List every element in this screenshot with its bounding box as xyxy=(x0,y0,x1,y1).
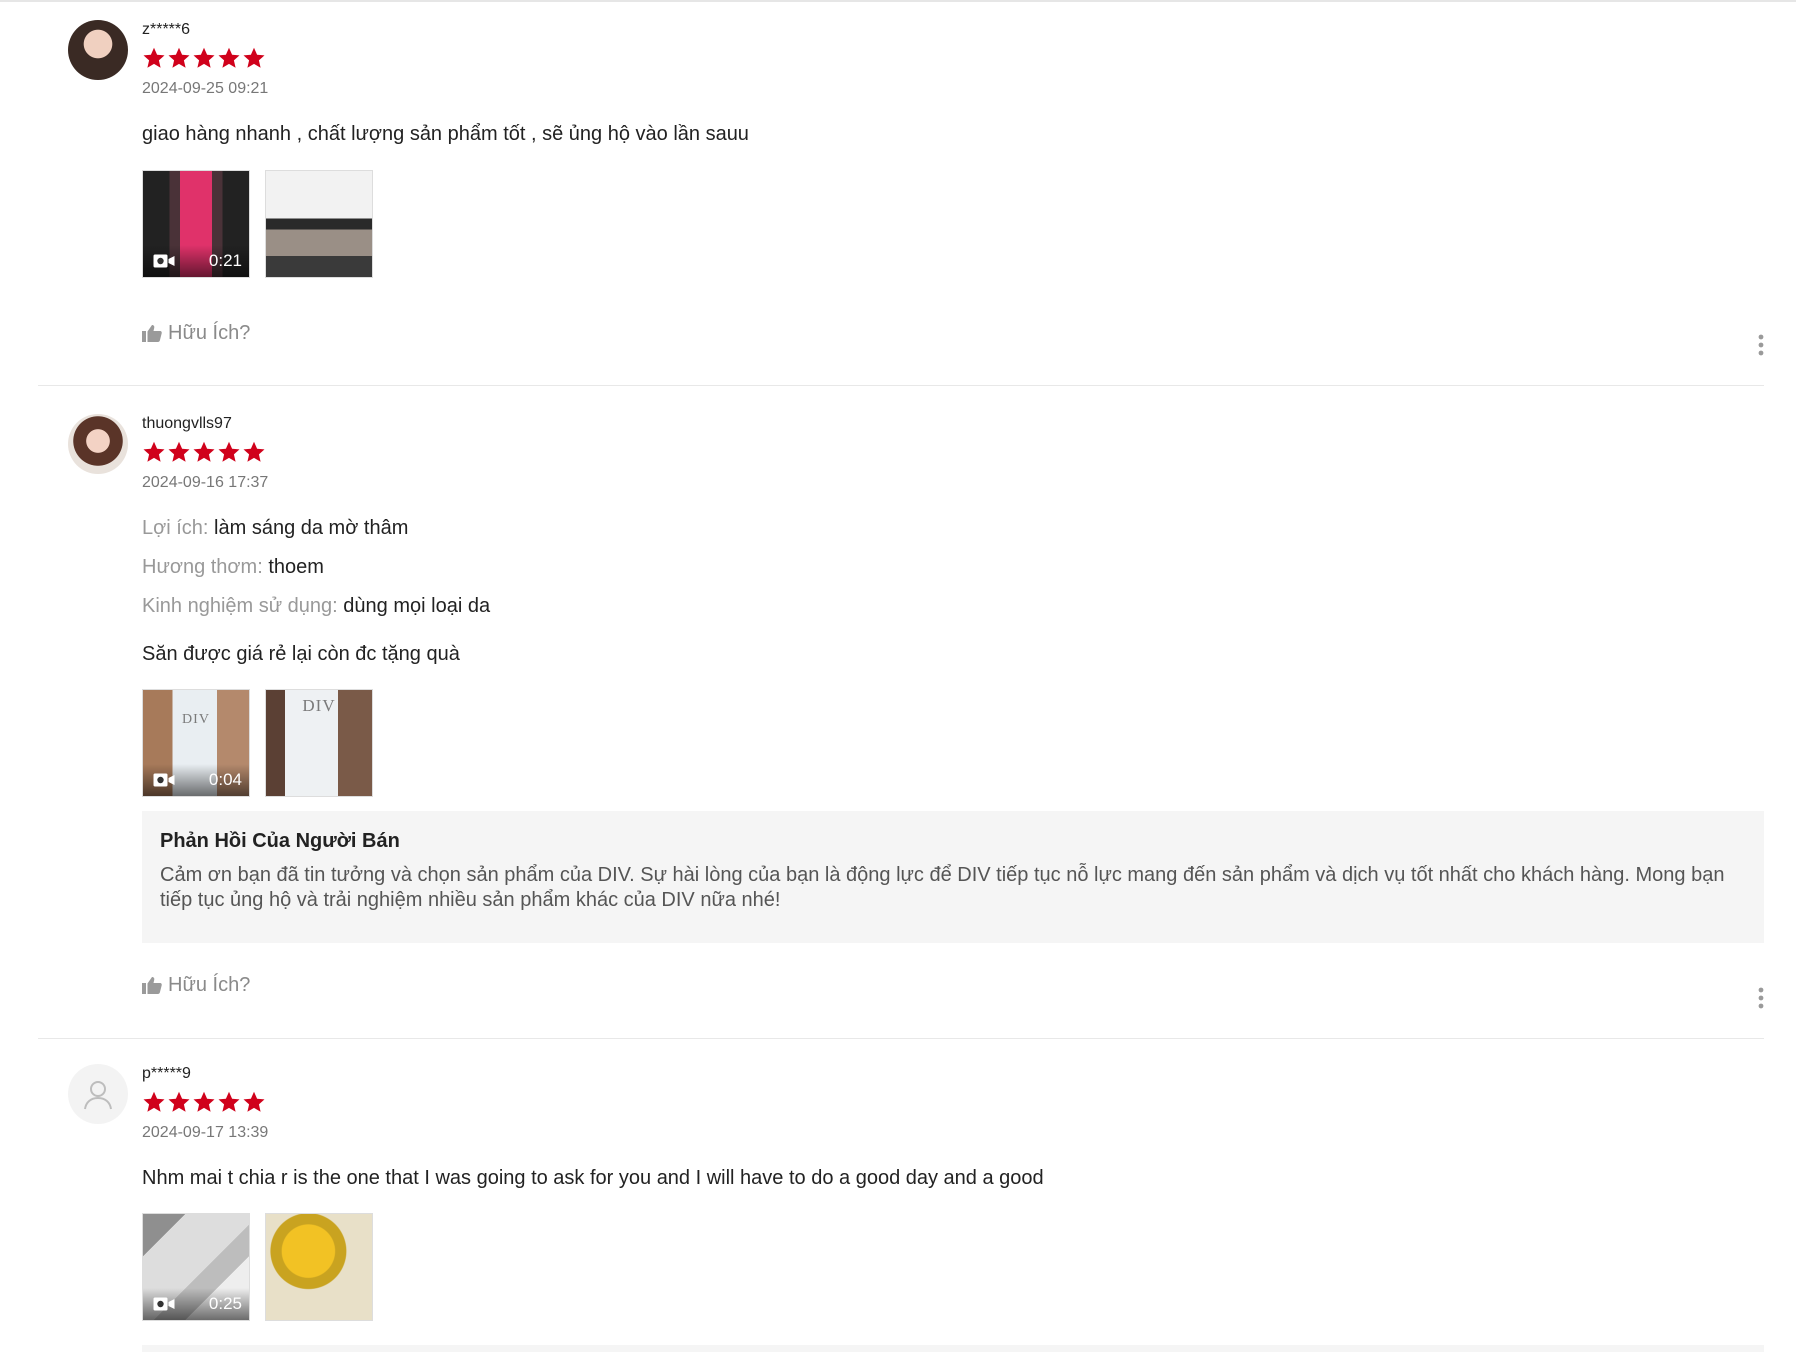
star-icon xyxy=(192,440,216,464)
star-icon xyxy=(217,440,241,464)
video-duration: 0:04 xyxy=(208,770,242,789)
star-icon xyxy=(142,440,166,464)
media-gallery: DIV 0:04 DIV xyxy=(142,689,1764,797)
more-vertical-icon[interactable] xyxy=(1758,987,1764,1009)
helpful-label: Hữu Ích? xyxy=(168,322,251,344)
video-camera-icon xyxy=(153,1297,175,1311)
star-icon xyxy=(242,440,266,464)
rating-stars xyxy=(142,1090,1764,1114)
avatar[interactable] xyxy=(68,1064,128,1124)
star-icon xyxy=(217,46,241,70)
review-divider xyxy=(38,1038,1764,1039)
video-overlay: 0:21 xyxy=(143,245,249,277)
review-content: p*****9 2024-09-17 13:39 Nhm mai t chia … xyxy=(142,1064,1764,1321)
video-duration: 0:21 xyxy=(208,251,242,270)
attribute-row: Hương thơm: thoem xyxy=(142,554,1764,593)
review-content: z*****6 2024-09-25 09:21 giao hàng nhanh… xyxy=(142,20,1764,346)
star-icon xyxy=(217,1090,241,1114)
star-icon xyxy=(167,1090,191,1114)
username: z*****6 xyxy=(142,21,191,38)
star-icon xyxy=(242,46,266,70)
image-thumbnail[interactable]: DIV xyxy=(265,689,373,797)
more-vertical-icon[interactable] xyxy=(1758,334,1764,356)
image-thumbnail[interactable] xyxy=(265,1213,373,1321)
video-camera-icon xyxy=(153,254,175,268)
review-item: p*****9 2024-09-17 13:39 Nhm mai t chia … xyxy=(38,1064,1764,1352)
attribute-row: Lợi ích: làm sáng da mờ thâm xyxy=(142,515,1764,554)
review-divider xyxy=(38,385,1764,386)
attribute-value: làm sáng da mờ thâm xyxy=(214,517,409,539)
media-gallery: 0:25 xyxy=(142,1213,1764,1321)
rating-stars xyxy=(142,46,1764,70)
star-icon xyxy=(167,46,191,70)
username: thuongvlls97 xyxy=(142,415,232,432)
attribute-label: Kinh nghiệm sử dụng: xyxy=(142,595,338,617)
rating-stars xyxy=(142,440,1764,464)
attribute-value: thoem xyxy=(268,556,324,578)
product-attributes: Lợi ích: làm sáng da mờ thâm Hương thơm:… xyxy=(142,515,1764,632)
image-thumbnail[interactable] xyxy=(265,170,373,278)
review-comment: Săn được giá rẻ lại còn đc tặng quà xyxy=(142,643,460,665)
video-thumbnail[interactable]: 0:25 xyxy=(142,1213,250,1321)
product-brand-text: DIV xyxy=(302,696,336,715)
star-icon xyxy=(242,1090,266,1114)
seller-reply: Phản Hồi Của Người Bán Cảm ơn bạn đã tin… xyxy=(142,811,1764,943)
attribute-label: Lợi ích: xyxy=(142,517,209,539)
review-datetime: 2024-09-25 09:21 xyxy=(142,80,269,97)
thumbs-up-icon xyxy=(142,324,162,342)
video-overlay: 0:04 xyxy=(143,764,249,796)
product-brand-text: DIV xyxy=(182,712,210,727)
review-item: thuongvlls97 2024-09-16 17:37 Lợi ích: l… xyxy=(38,414,1764,1038)
star-icon xyxy=(142,46,166,70)
attribute-value: dùng mọi loại da xyxy=(343,595,491,617)
thumbs-up-icon xyxy=(142,976,162,994)
seller-reply-title: Phản Hồi Của Người Bán xyxy=(160,830,400,852)
star-icon xyxy=(192,46,216,70)
next-content-panel xyxy=(142,1345,1764,1352)
video-camera-icon xyxy=(153,773,175,787)
star-icon xyxy=(192,1090,216,1114)
review-comment: Nhm mai t chia r is the one that I was g… xyxy=(142,1167,1044,1189)
video-overlay: 0:25 xyxy=(143,1288,249,1320)
review-comment: giao hàng nhanh , chất lượng sản phẩm tố… xyxy=(142,123,749,145)
video-thumbnail[interactable]: 0:21 xyxy=(142,170,250,278)
video-duration: 0:25 xyxy=(208,1294,242,1313)
seller-reply-text: Cảm ơn bạn đã tin tưởng và chọn sản phẩm… xyxy=(160,864,1725,911)
avatar[interactable] xyxy=(68,414,128,474)
user-placeholder-icon xyxy=(84,1081,112,1110)
star-icon xyxy=(142,1090,166,1114)
attribute-row: Kinh nghiệm sử dụng: dùng mọi loại da xyxy=(142,593,1764,632)
review-datetime: 2024-09-17 13:39 xyxy=(142,1124,269,1141)
review-content: thuongvlls97 2024-09-16 17:37 Lợi ích: l… xyxy=(142,414,1764,998)
username: p*****9 xyxy=(142,1065,191,1082)
helpful-button[interactable]: Hữu Ích? xyxy=(142,320,1764,346)
review-item: z*****6 2024-09-25 09:21 giao hàng nhanh… xyxy=(38,20,1764,386)
top-divider xyxy=(0,0,1796,2)
review-datetime: 2024-09-16 17:37 xyxy=(142,474,269,491)
media-gallery: 0:21 xyxy=(142,170,1764,278)
star-icon xyxy=(167,440,191,464)
helpful-button[interactable]: Hữu Ích? xyxy=(142,972,1764,998)
helpful-label: Hữu Ích? xyxy=(168,974,251,996)
attribute-label: Hương thơm: xyxy=(142,556,263,578)
video-thumbnail[interactable]: DIV 0:04 xyxy=(142,689,250,797)
avatar[interactable] xyxy=(68,20,128,80)
